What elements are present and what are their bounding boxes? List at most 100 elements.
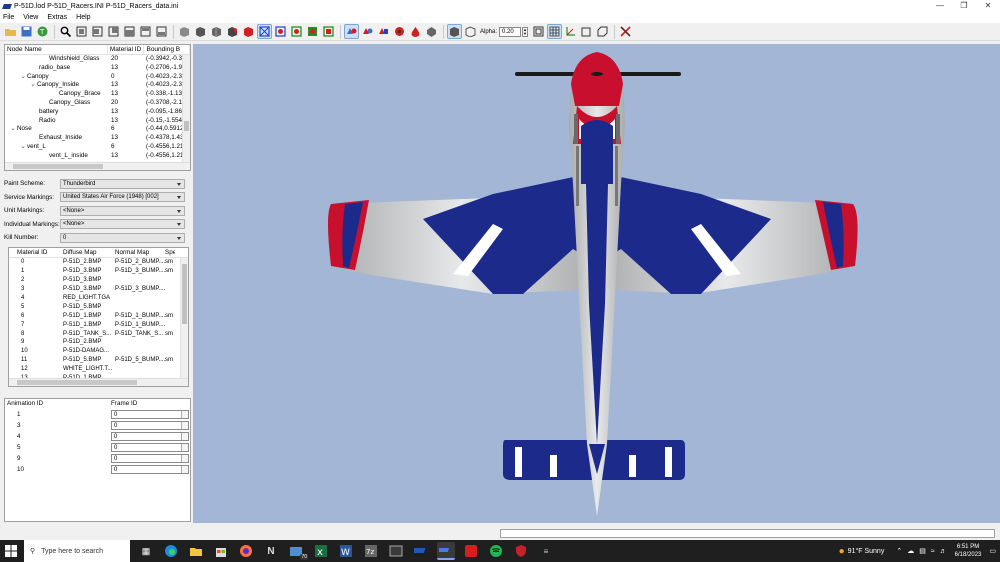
file-explorer-icon[interactable]	[187, 542, 205, 560]
col-material-id[interactable]: Material ID	[108, 45, 145, 54]
grid-red-icon[interactable]	[322, 25, 335, 38]
materials-vscroll[interactable]	[180, 258, 188, 380]
material-row[interactable]: 12 WHITE_LIGHT.T...	[9, 365, 188, 374]
edge-icon[interactable]	[162, 542, 180, 560]
monitor-icon[interactable]: ▤	[919, 547, 926, 555]
bounding-box-icon[interactable]	[532, 25, 545, 38]
wireframe-blue-icon[interactable]	[257, 24, 272, 39]
material-row[interactable]: 5 P-51D_5.BMP	[9, 303, 188, 312]
notification-icon[interactable]: ▭	[989, 547, 996, 555]
tree-node[interactable]: Exhaust_Inside 13 (-0.4378,1.43	[5, 134, 190, 143]
grid-green-icon[interactable]	[306, 25, 319, 38]
open-folder-icon[interactable]	[4, 25, 17, 38]
frame-id-spinner[interactable]: 0	[111, 432, 189, 441]
taskbar-search[interactable]: ⚲ Type here to search	[24, 540, 130, 562]
tree-node[interactable]: Canopy_Brace 13 (-0.338,-1.13	[5, 90, 190, 99]
task-view-icon[interactable]: ▦	[137, 542, 155, 560]
frame-id-spinner[interactable]: 0	[111, 465, 189, 474]
misc-app-icon[interactable]: ≡	[537, 542, 555, 560]
firefox-icon[interactable]	[237, 542, 255, 560]
paint-scheme-select[interactable]: Thunderbird	[60, 178, 185, 189]
material-row[interactable]: 1 P-51D_3.BMP P-51D_3_BUMP.... sm	[9, 267, 188, 276]
game-app-icon[interactable]	[412, 542, 430, 560]
tree-node[interactable]: ⌄vent_L 6 (-0.4556,1.21	[5, 143, 190, 152]
calculator-icon[interactable]: 7z	[362, 542, 380, 560]
tree-node[interactable]: ⌄Canopy 0 (-0.4023,-2.3	[5, 73, 190, 82]
material-row[interactable]: 2 P-51D_3.BMP	[9, 276, 188, 285]
shade-dark-icon[interactable]	[194, 25, 207, 38]
view-front-icon[interactable]	[75, 25, 88, 38]
display-mode-c-icon[interactable]	[377, 25, 390, 38]
mail-icon[interactable]: 70	[287, 542, 308, 560]
tree-node[interactable]: ⌄Canopy_Inside 13 (-0.4023,-2.3	[5, 81, 190, 90]
tree-node[interactable]: Windshield_Glass 20 (-0.3942,-0.3	[5, 55, 190, 64]
alpha-spinner[interactable]: ▲ ▼	[522, 26, 529, 37]
col-diffuse-map[interactable]: Diffuse Map	[61, 248, 113, 257]
material-row[interactable]: 0 P-51D_2.BMP P-51D_2_BUMP.... sm	[9, 258, 188, 267]
service-markings-select[interactable]: United States Air Force (1948) [002]	[60, 192, 185, 203]
shade-tex-icon[interactable]	[210, 25, 223, 38]
tools-icon[interactable]	[619, 25, 632, 38]
frame-id-spinner[interactable]: 0	[111, 410, 189, 419]
weather-text[interactable]: 91°F Sunny	[848, 548, 885, 555]
material-row[interactable]: 3 P-51D_3.BMP P-51D_3_BUMP....	[9, 285, 188, 294]
kill-number-select[interactable]: 0	[60, 232, 185, 243]
frame-id-spinner[interactable]: 0	[111, 454, 189, 463]
node-tree-vscroll[interactable]	[182, 55, 190, 165]
material-row[interactable]: 8 P-51D_TANK_S... P-51D_TANK_S... sm	[9, 330, 188, 339]
weather-icon[interactable]: ●	[839, 546, 845, 557]
chevron-up-icon[interactable]: ⌃	[896, 547, 902, 555]
chevron-down-icon[interactable]: ⌄	[29, 81, 37, 90]
active-app-icon[interactable]	[437, 542, 455, 560]
tree-node[interactable]: battery 13 (-0.095,-1.86	[5, 108, 190, 117]
frame-id-spinner[interactable]: 0	[111, 421, 189, 430]
material-row[interactable]: 6 P-51D_1.BMP P-51D_1_BUMP.... sm	[9, 312, 188, 321]
col-specular[interactable]: Spe	[165, 248, 175, 257]
tree-node[interactable]: Radio 13 (-0.15,-1.554	[5, 117, 190, 126]
col-node-name[interactable]: Node Name	[5, 45, 108, 54]
col-material-id[interactable]: Material ID	[9, 248, 61, 257]
close-button[interactable]: ✕	[976, 0, 1000, 12]
maximize-button[interactable]: ❐	[952, 0, 976, 12]
app-n-icon[interactable]: N	[262, 542, 280, 560]
excel-icon[interactable]: x	[312, 542, 330, 560]
save-icon[interactable]	[20, 25, 33, 38]
spotify-icon[interactable]	[487, 542, 505, 560]
chevron-down-icon[interactable]: ⌄	[19, 73, 27, 82]
material-row[interactable]: 10 P-51D-DAMAG...	[9, 347, 188, 356]
material-red-icon[interactable]	[242, 25, 255, 38]
view-back-icon[interactable]	[91, 25, 104, 38]
node-tree-hscroll[interactable]	[5, 162, 190, 170]
shape-red-drop-icon[interactable]	[409, 25, 422, 38]
minimize-button[interactable]: —	[928, 0, 952, 12]
3d-viewport[interactable]	[193, 44, 1000, 523]
texture-tool-icon[interactable]: T	[36, 25, 49, 38]
materials-hscroll[interactable]	[9, 378, 188, 386]
wireframe-green-icon[interactable]	[290, 25, 303, 38]
wifi-icon[interactable]: ≈	[931, 548, 935, 555]
tree-node[interactable]: Canopy_Glass 20 (-0.3708,-2.1	[5, 99, 190, 108]
view-top-icon[interactable]	[139, 25, 152, 38]
transparent-cube-icon[interactable]	[464, 25, 477, 38]
chevron-down-icon[interactable]: ⌄	[9, 125, 17, 134]
shield-app-icon[interactable]	[512, 542, 530, 560]
box-transform-icon[interactable]	[596, 25, 609, 38]
menu-extras[interactable]: Extras	[47, 14, 67, 21]
view-left-icon[interactable]	[107, 25, 120, 38]
node-tree[interactable]: Node Name Material ID Bounding B Windshi…	[4, 44, 191, 171]
menu-help[interactable]: Help	[76, 14, 90, 21]
unit-markings-select[interactable]: <None>	[60, 205, 185, 216]
photo-viewer-icon[interactable]	[387, 542, 405, 560]
material-row[interactable]: 11 P-51D_5.BMP P-51D_5_BUMP.... sm	[9, 356, 188, 365]
menu-view[interactable]: View	[23, 14, 38, 21]
material-row[interactable]: 4 RED_LIGHT.TGA	[9, 294, 188, 303]
chevron-down-icon[interactable]: ⌄	[19, 143, 27, 152]
tree-node[interactable]: ⌄Nose 6 (-0.44,0.5912	[5, 125, 190, 134]
col-normal-map[interactable]: Normal Map	[113, 248, 165, 257]
view-right-icon[interactable]	[123, 25, 136, 38]
individual-markings-select[interactable]: <None>	[60, 219, 185, 230]
shade-gray-icon[interactable]	[178, 25, 191, 38]
display-mode-a-icon[interactable]	[344, 24, 359, 39]
display-mode-b-icon[interactable]	[361, 25, 374, 38]
material-row[interactable]: 9 P-51D_2.BMP	[9, 338, 188, 347]
